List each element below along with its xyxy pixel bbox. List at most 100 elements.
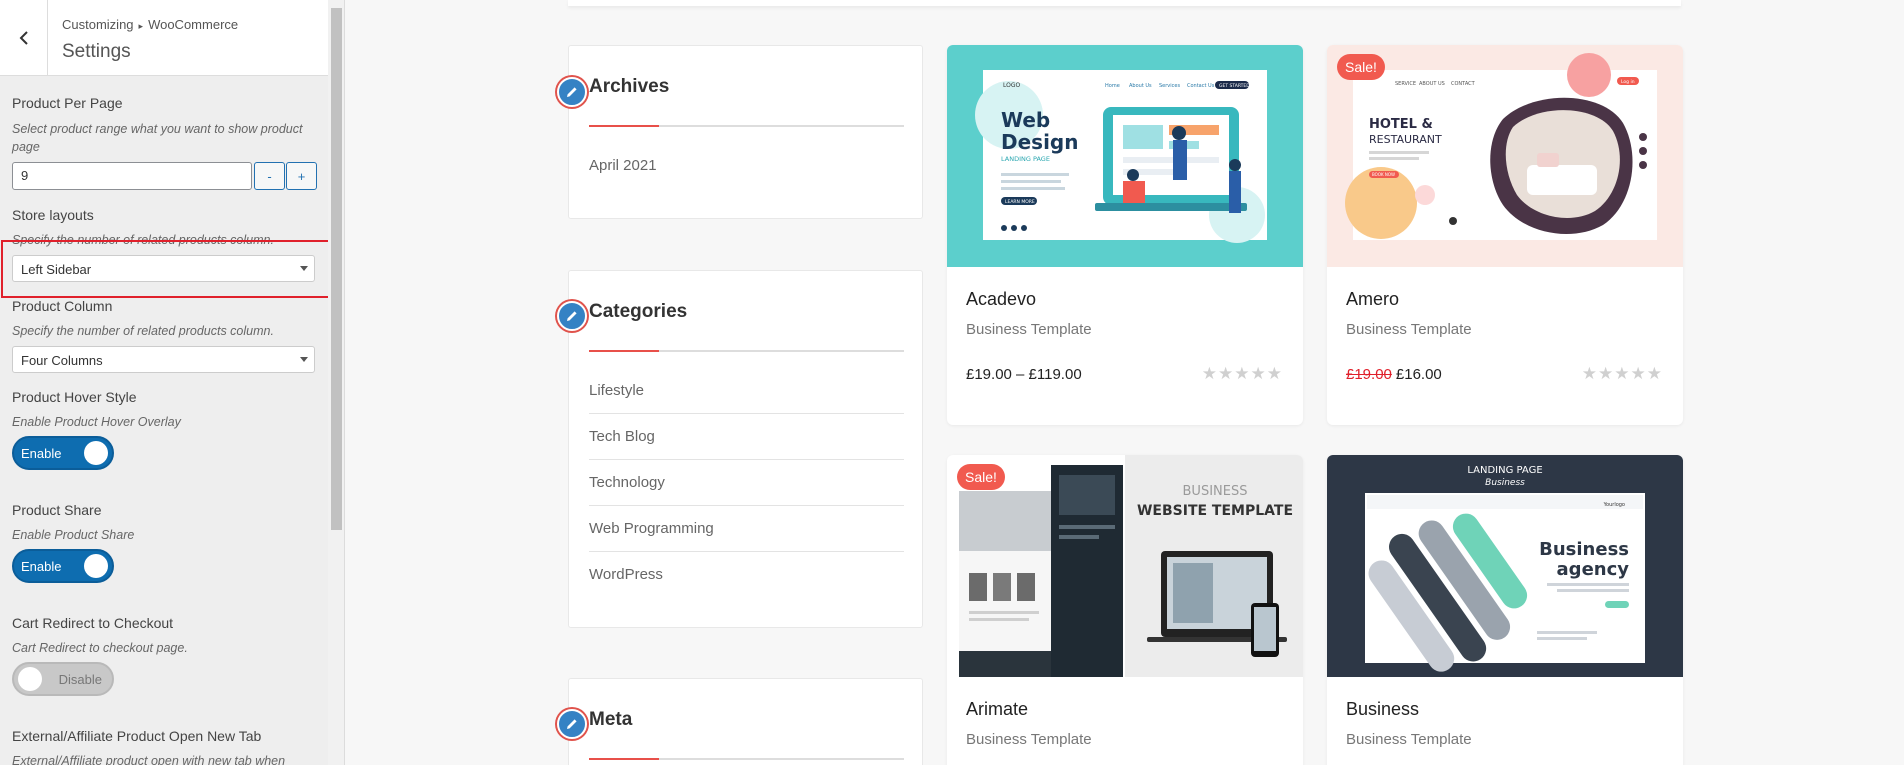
dropdown-caret-icon: [300, 357, 308, 362]
product-thumbnail[interactable]: BUSINESS WEBSITE TEMPLATE Sale!: [947, 455, 1303, 677]
product-column-select[interactable]: Four Columns: [12, 346, 315, 373]
product-share-desc: Enable Product Share: [12, 528, 135, 542]
mock-top1: LANDING PAGE: [1467, 465, 1542, 476]
edit-meta-button[interactable]: [557, 709, 587, 739]
archive-link[interactable]: April 2021: [589, 157, 657, 174]
product-column-label: Product Column: [12, 298, 113, 314]
decrement-button[interactable]: -: [254, 162, 285, 190]
cart-redirect-toggle[interactable]: Disable: [12, 662, 114, 696]
toggle-knob: [84, 554, 108, 578]
mock-cta: GET STARTED: [1219, 83, 1250, 89]
mock-line2: WEBSITE TEMPLATE: [1137, 503, 1293, 519]
product-category[interactable]: Business Template: [966, 321, 1092, 338]
title-underline: [589, 125, 904, 127]
product-name[interactable]: Amero: [1346, 289, 1399, 310]
customizer-header: Customizing ▸ WooCommerce Settings: [0, 0, 328, 76]
product-price: £19.00 £16.00: [1346, 366, 1442, 383]
breadcrumb-section: WooCommerce: [148, 17, 239, 32]
product-thumbnail[interactable]: LANDING PAGE Business Yourlogo Business …: [1327, 455, 1683, 677]
product-category[interactable]: Business Template: [966, 731, 1092, 748]
product-card[interactable]: SERVICE ABOUT US CONTACT Log in HOTEL & …: [1327, 45, 1683, 425]
mock-headline: HOTEL &: [1369, 117, 1433, 132]
product-name[interactable]: Arimate: [966, 699, 1028, 720]
category-link[interactable]: WordPress: [589, 566, 663, 583]
rating-stars-icon: ★★★★★: [1581, 364, 1663, 383]
product-category[interactable]: Business Template: [1346, 321, 1472, 338]
toggle-label: Disable: [58, 672, 102, 687]
per-page-input[interactable]: 9: [12, 162, 252, 190]
mock-nav: About Us: [1129, 83, 1152, 89]
product-card[interactable]: BUSINESS WEBSITE TEMPLATE Sale! Arimate …: [947, 455, 1303, 765]
cart-redirect-label: Cart Redirect to Checkout: [12, 615, 174, 631]
mock-nav: Services: [1159, 83, 1180, 89]
product-price: £19.00 – £119.00: [966, 366, 1082, 383]
toggle-knob: [18, 667, 42, 691]
archives-widget: Archives April 2021: [568, 45, 923, 219]
mock-headline: agency: [1557, 559, 1630, 580]
product-thumbnail[interactable]: LOGO Home About Us Services Contact Us G…: [947, 45, 1303, 267]
business-agency-illustration: LANDING PAGE Business Yourlogo Business …: [1365, 465, 1645, 672]
rating-stars-icon: ★★★★★: [1201, 364, 1283, 383]
hover-style-label: Product Hover Style: [12, 389, 137, 405]
sidebar-scrollbar-thumb[interactable]: [331, 8, 342, 530]
customizer-sidebar: Customizing ▸ WooCommerce Settings Product…: [0, 0, 345, 765]
widget-title: Meta: [589, 709, 633, 730]
mock-btn: BOOK NOW: [1372, 172, 1395, 177]
toggle-label: Enable: [21, 446, 62, 461]
edit-categories-button[interactable]: [557, 301, 587, 331]
sale-badge: Sale!: [1337, 54, 1385, 80]
category-link[interactable]: Web Programming: [589, 520, 714, 537]
edit-archives-button[interactable]: [557, 77, 587, 107]
external-affiliate-label: External/Affiliate Product Open New Tab: [12, 728, 262, 744]
mock-top2: Business: [1485, 478, 1525, 488]
product-share-toggle[interactable]: Enable: [12, 549, 114, 583]
mock-nav: Contact Us: [1187, 83, 1215, 89]
mock-btn: LEARN MORE: [1005, 199, 1035, 205]
store-layouts-desc: Specify the number of related products c…: [12, 233, 274, 247]
business-template-illustration: BUSINESS WEBSITE TEMPLATE: [947, 455, 1293, 677]
product-card[interactable]: LOGO Home About Us Services Contact Us G…: [947, 45, 1303, 425]
web-design-illustration: LOGO Home About Us Services Contact Us G…: [975, 70, 1267, 243]
categories-widget: Categories Lifestyle Tech Blog Technolog…: [568, 270, 923, 628]
back-button[interactable]: [0, 0, 48, 76]
category-link[interactable]: Technology: [589, 474, 665, 491]
price-value: £16.00: [1395, 366, 1442, 383]
top-strip: [568, 0, 1681, 6]
per-page-desc: Select product range what you want to sh…: [12, 122, 303, 154]
increment-button[interactable]: +: [286, 162, 317, 190]
mock-login: Log in: [1621, 79, 1635, 85]
per-page-label: Product Per Page: [12, 95, 123, 111]
product-card[interactable]: LANDING PAGE Business Yourlogo Business …: [1327, 455, 1683, 765]
product-thumbnail[interactable]: SERVICE ABOUT US CONTACT Log in HOTEL & …: [1327, 45, 1683, 267]
product-column-value: Four Columns: [21, 353, 103, 368]
mock-logo: Yourlogo: [1603, 502, 1625, 508]
product-share-label: Product Share: [12, 502, 102, 518]
mock-sub: LANDING PAGE: [1001, 155, 1050, 163]
chevron-left-icon: [19, 31, 28, 45]
hover-style-toggle[interactable]: Enable: [12, 436, 114, 470]
mock-nav: SERVICE: [1395, 81, 1416, 87]
sale-badge: Sale!: [957, 464, 1005, 490]
mock-headline: Business: [1539, 539, 1629, 560]
store-layouts-select[interactable]: Left Sidebar: [12, 255, 315, 282]
site-preview: Archives April 2021 Categories Lifestyle…: [346, 0, 1904, 765]
mock-headline: RESTAURANT: [1369, 133, 1442, 146]
product-category[interactable]: Business Template: [1346, 731, 1472, 748]
price-value: £19.00 – £119.00: [966, 366, 1082, 383]
product-name[interactable]: Business: [1346, 699, 1419, 720]
category-link[interactable]: Tech Blog: [589, 428, 655, 445]
mock-nav: Home: [1105, 83, 1120, 89]
breadcrumb: Customizing ▸ WooCommerce: [62, 17, 238, 32]
toggle-knob: [84, 441, 108, 465]
pencil-icon: [567, 311, 577, 321]
category-link[interactable]: Lifestyle: [589, 382, 644, 399]
mock-logo: LOGO: [1003, 82, 1021, 89]
mock-nav: CONTACT: [1451, 81, 1476, 87]
dropdown-caret-icon: [300, 266, 308, 271]
meta-widget: Meta: [568, 678, 923, 765]
product-name[interactable]: Acadevo: [966, 289, 1036, 310]
hotel-restaurant-illustration: SERVICE ABOUT US CONTACT Log in HOTEL & …: [1345, 53, 1657, 240]
store-layouts-value: Left Sidebar: [21, 262, 92, 277]
pencil-icon: [567, 87, 577, 97]
divider: [589, 505, 904, 506]
